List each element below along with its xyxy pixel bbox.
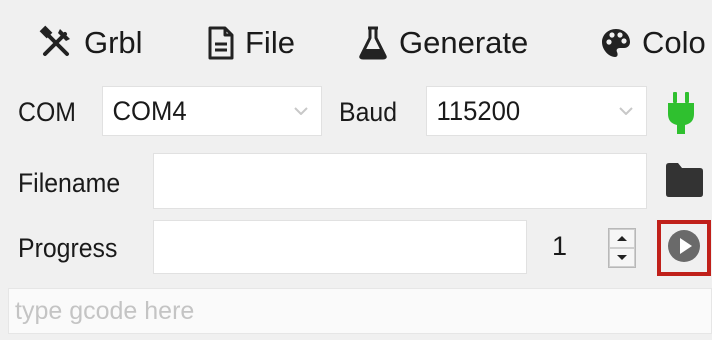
progress-label: Progress <box>18 232 118 263</box>
menu-generate[interactable]: Generate <box>357 14 528 72</box>
menu-file-label: File <box>245 25 295 60</box>
menu-grbl-label: Grbl <box>84 25 143 60</box>
menu-file[interactable]: File <box>207 14 295 72</box>
plug-icon[interactable] <box>664 90 698 136</box>
filename-label: Filename <box>18 167 121 198</box>
filename-field[interactable] <box>153 153 647 209</box>
menu-color[interactable]: Colo <box>600 14 706 72</box>
stepper-up-button[interactable] <box>609 229 635 248</box>
menu-grbl[interactable]: Grbl <box>38 14 143 72</box>
run-button[interactable] <box>657 220 711 276</box>
com-select[interactable]: COM4 <box>102 86 322 136</box>
gcode-input[interactable]: type gcode here <box>8 288 712 334</box>
flask-icon <box>357 25 389 61</box>
count-value[interactable]: 1 <box>552 226 567 266</box>
menu-color-label: Colo <box>642 25 706 60</box>
com-label: COM <box>18 96 76 127</box>
file-icon <box>207 25 235 61</box>
baud-select[interactable]: 115200 <box>426 86 647 136</box>
stepper-down-button[interactable] <box>609 248 635 267</box>
tools-icon <box>38 25 74 61</box>
folder-icon[interactable] <box>664 160 704 198</box>
chevron-down-icon[interactable] <box>606 87 646 135</box>
play-icon <box>666 228 702 269</box>
menu-generate-label: Generate <box>399 25 529 60</box>
com-value: COM4 <box>112 95 187 126</box>
baud-label: Baud <box>339 96 398 127</box>
count-stepper[interactable] <box>608 228 636 268</box>
chevron-down-icon[interactable] <box>281 87 321 135</box>
baud-value: 115200 <box>436 95 521 126</box>
progress-field[interactable] <box>153 220 527 274</box>
gcode-placeholder: type gcode here <box>15 296 195 325</box>
menu-bar: Grbl File Generate Colo <box>0 0 712 86</box>
palette-icon <box>600 27 632 59</box>
